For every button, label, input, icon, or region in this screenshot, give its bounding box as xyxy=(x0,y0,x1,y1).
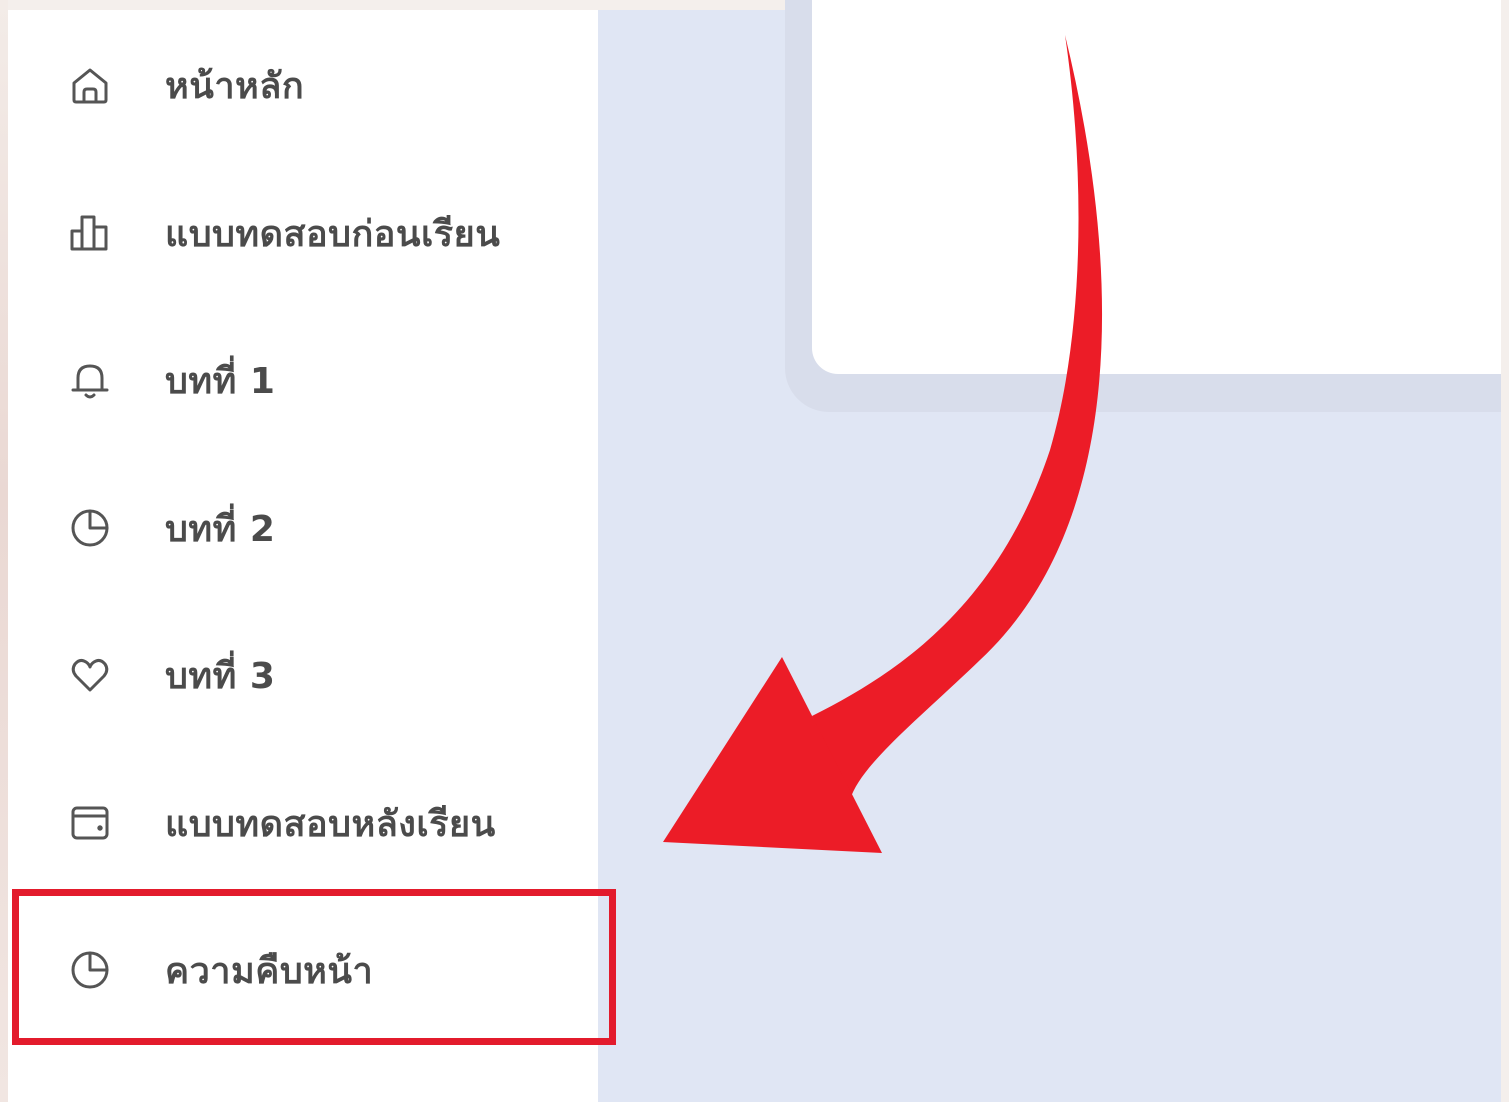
sidebar-item-home[interactable]: หน้าหลัก xyxy=(8,35,598,135)
sidebar-item-progress[interactable]: ความคืบหน้า xyxy=(8,920,598,1020)
bell-icon xyxy=(68,358,112,402)
bar-chart-icon xyxy=(68,211,112,255)
pie-chart-icon xyxy=(68,948,112,992)
page-left-edge xyxy=(0,0,8,1102)
sidebar-item-label: บทที่ 2 xyxy=(165,508,276,550)
sidebar-item-label: แบบทดสอบก่อนเรียน xyxy=(165,213,501,255)
sidebar-item-chapter-2[interactable]: บทที่ 2 xyxy=(8,478,598,578)
sidebar-item-label: บทที่ 1 xyxy=(165,360,276,402)
sidebar-item-label: บทที่ 3 xyxy=(165,655,276,697)
pie-chart-icon xyxy=(68,506,112,550)
heart-icon xyxy=(68,653,112,697)
content-card xyxy=(812,0,1501,374)
sidebar-item-posttest[interactable]: แบบทดสอบหลังเรียน xyxy=(8,773,598,873)
sidebar-item-label: ความคืบหน้า xyxy=(165,950,374,992)
sidebar-item-pretest[interactable]: แบบทดสอบก่อนเรียน xyxy=(8,183,598,283)
sidebar-item-chapter-3[interactable]: บทที่ 3 xyxy=(8,625,598,725)
wallet-icon xyxy=(68,801,112,845)
sidebar-item-chapter-1[interactable]: บทที่ 1 xyxy=(8,330,598,430)
sidebar-item-label: แบบทดสอบหลังเรียน xyxy=(165,803,496,845)
page-right-edge xyxy=(1501,0,1509,1102)
home-icon xyxy=(68,63,112,107)
sidebar-item-label: หน้าหลัก xyxy=(165,65,305,107)
